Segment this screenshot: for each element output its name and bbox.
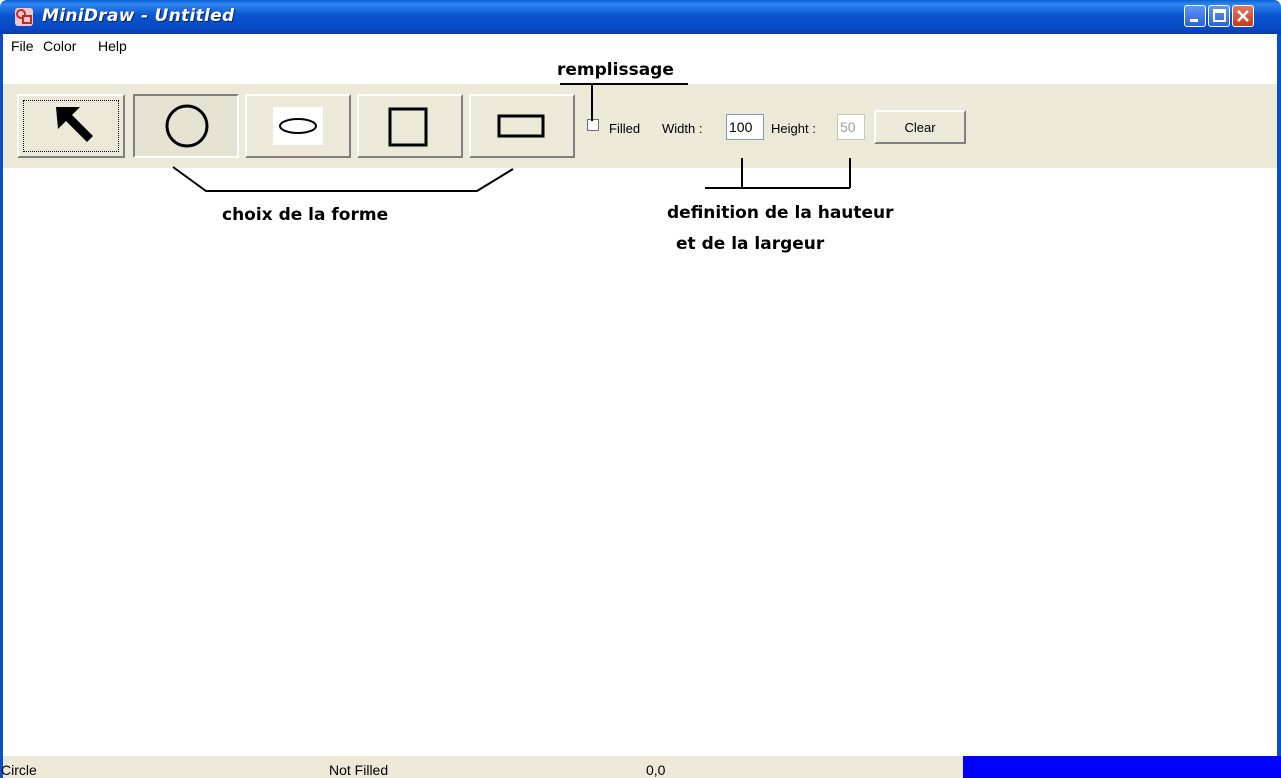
shape-choice-annotation: choix de la forme	[222, 205, 389, 225]
status-fill: Not Filled	[329, 762, 389, 778]
status-shape: Circle	[1, 762, 37, 778]
status-color-swatch	[963, 756, 1281, 778]
size-annotation-line2: et de la largeur	[676, 234, 825, 254]
fill-annotation: remplissage	[557, 60, 674, 80]
annotation-lines	[172, 83, 851, 192]
size-annotation-line1: definition de la hauteur	[667, 203, 894, 223]
shape-choice-bracket	[172, 166, 514, 192]
status-bar: Circle Not Filled 0,0	[1, 756, 1281, 778]
status-coordinates: 0,0	[646, 762, 666, 778]
